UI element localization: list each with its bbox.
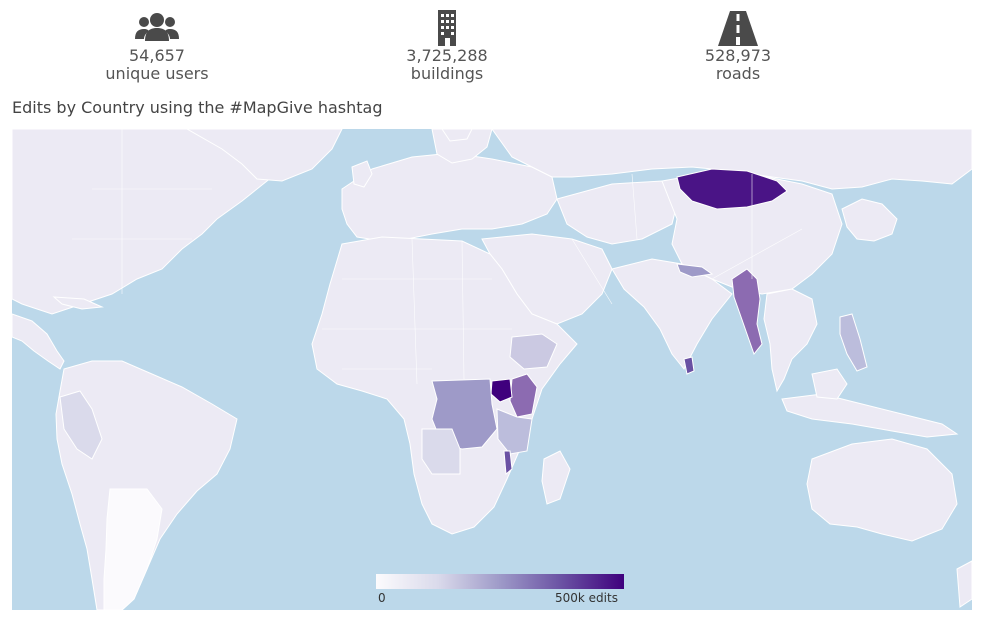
central-america	[12, 313, 65, 370]
land-masses	[12, 129, 972, 610]
stat-roads: 528,973 roads	[658, 8, 818, 83]
buildings-label: buildings	[410, 64, 484, 83]
country-malawi	[503, 450, 513, 475]
madagascar	[541, 450, 571, 505]
road-icon	[718, 11, 758, 46]
users-count: 54,657	[129, 46, 185, 65]
australia	[806, 438, 958, 542]
users-label: unique users	[105, 64, 209, 83]
buildings-count: 3,725,288	[406, 46, 488, 65]
indonesia	[781, 393, 959, 438]
stat-unique-users: 54,657 unique users	[77, 8, 237, 83]
roads-count: 528,973	[704, 46, 772, 65]
legend-min-label: 0	[378, 591, 386, 605]
map-title: Edits by Country using the #MapGive hash…	[12, 98, 383, 117]
stat-buildings: 3,725,288 buildings	[367, 8, 527, 83]
europe	[341, 152, 558, 242]
southeast-asia	[763, 288, 818, 393]
legend-max-label: 500k edits	[555, 591, 618, 605]
building-icon	[438, 10, 456, 46]
new-zealand	[956, 560, 972, 608]
roads-label: roads	[715, 64, 761, 83]
country-philippines	[839, 313, 868, 372]
country-sri-lanka	[683, 356, 695, 375]
central-asia	[556, 180, 678, 245]
country-angola	[421, 428, 461, 475]
borneo	[811, 368, 848, 400]
country-myanmar	[731, 268, 763, 356]
users-icon	[135, 13, 179, 41]
legend-colorbar	[376, 574, 624, 589]
world-map[interactable]	[12, 129, 972, 610]
korea-japan	[841, 198, 898, 242]
argentina	[103, 488, 163, 610]
